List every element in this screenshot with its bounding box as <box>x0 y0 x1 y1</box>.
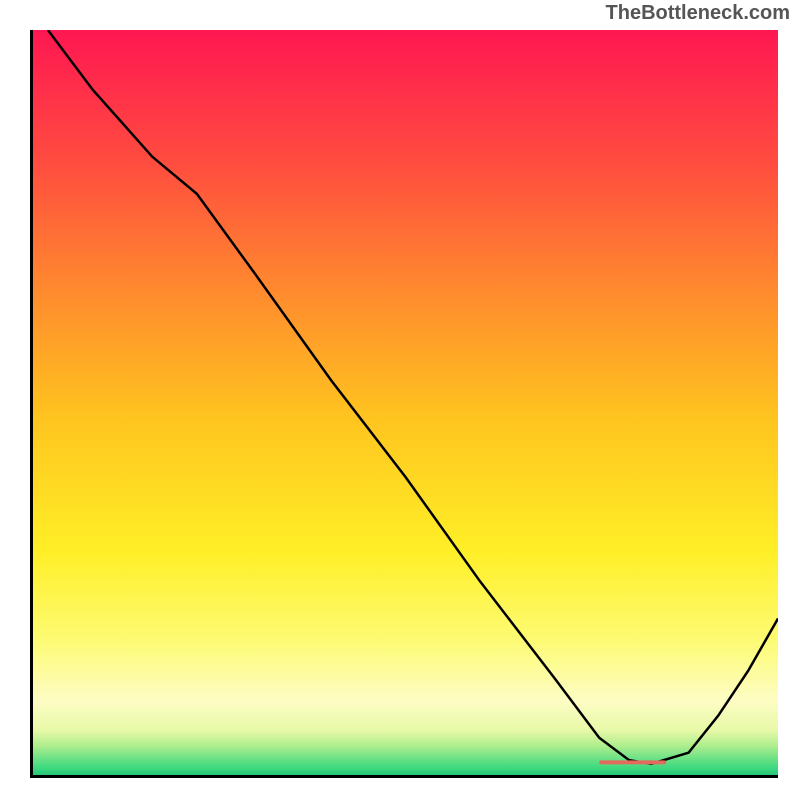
chart-svg <box>33 30 778 775</box>
marker-segment <box>599 760 666 764</box>
chart-container: TheBottleneck.com <box>0 0 800 800</box>
gradient-background <box>33 30 778 775</box>
plot-area <box>30 30 778 778</box>
watermark-text: TheBottleneck.com <box>606 2 790 25</box>
